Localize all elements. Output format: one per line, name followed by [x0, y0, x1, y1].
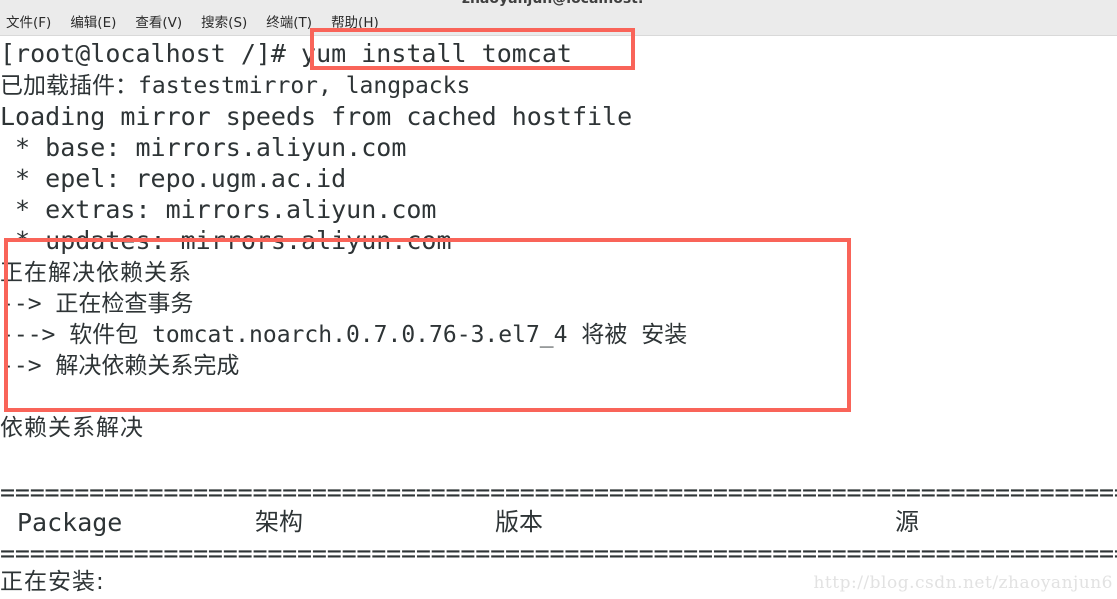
table-header-package: Package: [17, 508, 123, 537]
terminal-line-loaded-plugins: 已加载插件：fastestmirror, langpacks: [0, 73, 471, 99]
menu-item-edit[interactable]: 编辑(E): [70, 11, 116, 35]
terminal-line-resolving-dependencies: 正在解决依赖关系: [0, 260, 192, 286]
menu-item-terminal[interactable]: 终端(T): [266, 11, 312, 35]
watermark-url: http://blog.csdn.net/zhaoyanjun6: [813, 573, 1113, 593]
window-titlebar: zhaoyanjun@localhost:~: [0, 0, 1117, 11]
menu-item-search[interactable]: 搜索(S): [201, 11, 247, 35]
terminal-line-prompt-command: [root@localhost /]# yum install tomcat: [0, 39, 572, 68]
table-header-arch: 架构: [255, 508, 303, 536]
menu-item-file[interactable]: 文件(F): [6, 11, 51, 35]
terminal-line-loading-mirror-speeds: Loading mirror speeds from cached hostfi…: [0, 102, 633, 131]
window-title: zhaoyanjun@localhost:~: [0, 0, 1117, 7]
terminal-line-repo-updates: * updates: mirrors.aliyun.com: [0, 226, 452, 255]
terminal-line-dependency-resolution-finished: --> 解决依赖关系完成: [0, 353, 240, 379]
terminal-line-dependencies-resolved: 依赖关系解决: [0, 415, 144, 441]
terminal-line-checking-transaction: --> 正在检查事务: [0, 291, 194, 317]
terminal-separator-top: ========================================…: [0, 478, 1117, 507]
package-table-header: Package 架构 版本 源: [0, 507, 1117, 538]
terminal-window: zhaoyanjun@localhost:~ 文件(F) 编辑(E) 查看(V)…: [0, 0, 1117, 599]
terminal-line-package-will-be-installed: ---> 软件包 tomcat.noarch.0.7.0.76-3.el7_4 …: [0, 322, 688, 348]
table-header-version: 版本: [495, 508, 543, 536]
menu-item-help[interactable]: 帮助(H): [331, 11, 379, 35]
table-header-source: 源: [895, 508, 919, 536]
menu-item-view[interactable]: 查看(V): [135, 11, 182, 35]
terminal-line-repo-epel: * epel: repo.ugm.ac.id: [0, 164, 347, 193]
terminal-line-repo-extras: * extras: mirrors.aliyun.com: [0, 195, 437, 224]
terminal-line-installing: 正在安装:: [0, 569, 105, 595]
terminal-output[interactable]: [root@localhost /]# yum install tomcat 已…: [0, 36, 1117, 599]
menu-bar: 文件(F) 编辑(E) 查看(V) 搜索(S) 终端(T) 帮助(H): [0, 11, 1117, 36]
terminal-line-repo-base: * base: mirrors.aliyun.com: [0, 133, 407, 162]
terminal-separator-bottom: ========================================…: [0, 539, 1117, 568]
